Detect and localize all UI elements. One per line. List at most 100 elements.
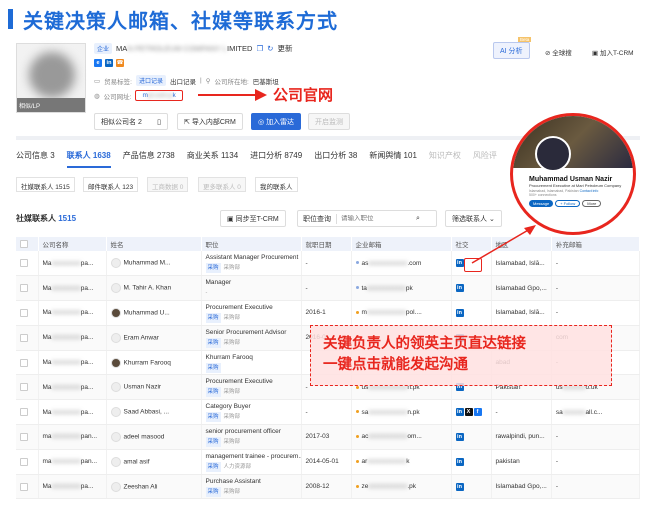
tab-contacts[interactable]: 联系人 1638 [66,150,111,168]
social-cell: in [451,300,492,326]
tab-news[interactable]: 新闻舆情 101 [369,150,417,168]
tab-import[interactable]: 进口分析 8749 [250,150,302,168]
email-cell[interactable]: arxxxxxxxxxxxxk [351,449,452,475]
row-checkbox[interactable] [20,259,28,268]
similar-companies-button[interactable]: 相似公司名 2 ▯ [94,113,168,130]
subtab-business-data[interactable]: 工商数据 0 [147,177,189,192]
row-checkbox[interactable] [20,432,28,441]
dept-tag: 采购 [205,387,221,398]
subtab-email[interactable]: 邮件联系人 123 [83,177,139,192]
name-cell[interactable]: Zeeshan Ali [106,474,202,500]
row-checkbox[interactable] [20,308,28,317]
row-checkbox[interactable] [20,482,28,491]
row-checkbox[interactable] [20,408,28,417]
name-cell[interactable]: adeel masood [106,424,202,450]
select-all-header[interactable] [16,237,39,251]
linkedin-icon[interactable]: in [455,284,464,293]
company-cell: Maxxxxxxxxxpa... [38,251,107,277]
position-input[interactable] [341,215,416,222]
email-cell[interactable]: mxxxxxxxxxxxxpol.... [351,300,452,326]
refresh-icon[interactable]: ↻ [267,44,273,53]
email-cell[interactable]: acxxxxxxxxxxxxom... [351,424,452,450]
company-cell: Maxxxxxxxxxpa... [38,350,107,376]
linkedin-icon[interactable]: in [455,482,464,491]
profile-headline: Procurement Executive at Mari Petroleum … [529,183,622,188]
name-cell[interactable]: Saad Abbasi, ... [106,399,202,426]
import-crm-button[interactable]: ⇱ 导入内部CRM [177,113,243,130]
avatar [110,283,121,294]
banner: 关键决策人邮箱、社媒等联系方式 [8,6,338,33]
follow-button[interactable]: + Follow [555,200,581,207]
date-cell: - [301,399,352,426]
row-checkbox[interactable] [20,383,28,392]
tab-export[interactable]: 出口分析 38 [314,150,357,168]
section-title: 社媒联系人 1515 [16,214,77,223]
row-checkbox[interactable] [20,358,28,367]
table-row: maxxxxxxxxxpan... amal asif management t… [16,449,641,475]
more-button[interactable]: More [582,200,602,207]
linkedin-icon[interactable]: in [105,59,113,67]
trade-info: ▭ 贸易标签: 进口记录 出口记录 | ⚲ 公司所在地: 巴基斯坦 [94,75,279,86]
website-link[interactable]: mpl.com.pk [135,90,184,101]
add-radar-button[interactable]: ◎ 加入雷达 [251,113,302,130]
website-social-icon[interactable]: e [94,59,102,67]
email-cell[interactable]: asxxxxxxxxxxxx.com [351,251,452,277]
position-search[interactable]: 职位查询 ⌕ [297,210,437,227]
name-cell[interactable]: Khurram Farooq [106,350,202,376]
global-search-button[interactable]: ⊘ 全球搜 [545,47,572,57]
sync-tcrm-button[interactable]: ▣ 同步至T-CRM [220,210,286,227]
callout-arrow [198,94,258,96]
subtab-social[interactable]: 社媒联系人 1515 [16,177,75,192]
add-tcrm-button[interactable]: ▣ 加入T-CRM [592,47,634,57]
name-cell[interactable]: Muhammad U... [106,300,202,326]
import-record-tag[interactable]: 进口记录 [135,75,166,86]
company-cell: maxxxxxxxxxpan... [38,449,107,475]
tab-risk[interactable]: 风险评 [473,150,497,168]
row-checkbox[interactable] [20,457,28,466]
x-icon[interactable]: X [464,408,473,417]
email-cell[interactable]: zexxxxxxxxxxxx.pk [351,474,452,500]
ai-analysis-button[interactable]: AI 分析 [493,42,530,59]
column-header: 就职日期 [301,237,352,251]
column-header: 姓名 [106,237,202,251]
subtab-more[interactable]: 更多联系人 0 [198,177,246,192]
company-cell: Maxxxxxxxxxpa... [38,300,107,326]
linkedin-icon[interactable]: in [455,408,464,417]
name-cell[interactable]: amal asif [106,449,202,475]
name-cell[interactable]: Muhammad M... [106,251,202,277]
beta-badge: Beta [518,37,532,42]
row-checkbox[interactable] [20,284,28,293]
email-cell[interactable]: saxxxxxxxxxxxxn.pk [351,399,452,426]
linkedin-icon[interactable]: in [455,457,464,466]
select-all-checkbox[interactable] [20,240,28,248]
region-cell: Islamabad, Islā... [491,300,552,326]
tab-ip[interactable]: 知识产权 [429,150,461,168]
email-cell[interactable]: taxxxxxxxxxxxxpk [351,275,452,302]
table-row: Maxxxxxxxxxpa... M. Tahir A. Khan Manage… [16,275,641,302]
row-checkbox[interactable] [20,333,28,342]
phone-icon[interactable]: ☎ [116,59,124,67]
tab-company-info[interactable]: 公司信息 3 [16,150,55,168]
name-cell[interactable]: Eram Anwar [106,325,202,351]
name-cell[interactable]: Usman Nazir [106,374,202,401]
copy-icon[interactable]: ❐ [256,44,263,53]
linkedin-icon[interactable]: in [455,259,464,268]
contact-info-link[interactable]: Contact info [580,189,599,193]
name-cell[interactable]: M. Tahir A. Khan [106,275,202,302]
tab-products[interactable]: 产品信息 2738 [123,150,175,168]
linkedin-profile-popup: Muhammad Usman Nazir Procurement Executi… [510,113,636,235]
position-query-select[interactable]: 职位查询 [298,213,337,224]
linkedin-icon[interactable]: in [455,308,464,317]
tag-icon: ▭ [94,77,101,85]
facebook-icon[interactable]: f [473,408,482,417]
message-button[interactable]: Message [529,200,554,207]
export-record-tag[interactable]: 出口记录 [170,76,196,86]
subtab-mine[interactable]: 我的联系人 [255,177,298,192]
date-cell: - [301,251,352,277]
search-icon[interactable]: ⌕ [416,215,420,223]
linkedin-icon[interactable]: in [455,432,464,441]
tab-business[interactable]: 商业关系 1134 [187,150,238,168]
monitor-button[interactable]: 开启监测 [308,113,350,130]
refresh-button[interactable]: 更新 [277,43,292,54]
company-cell: Maxxxxxxxxxpa... [38,325,107,351]
